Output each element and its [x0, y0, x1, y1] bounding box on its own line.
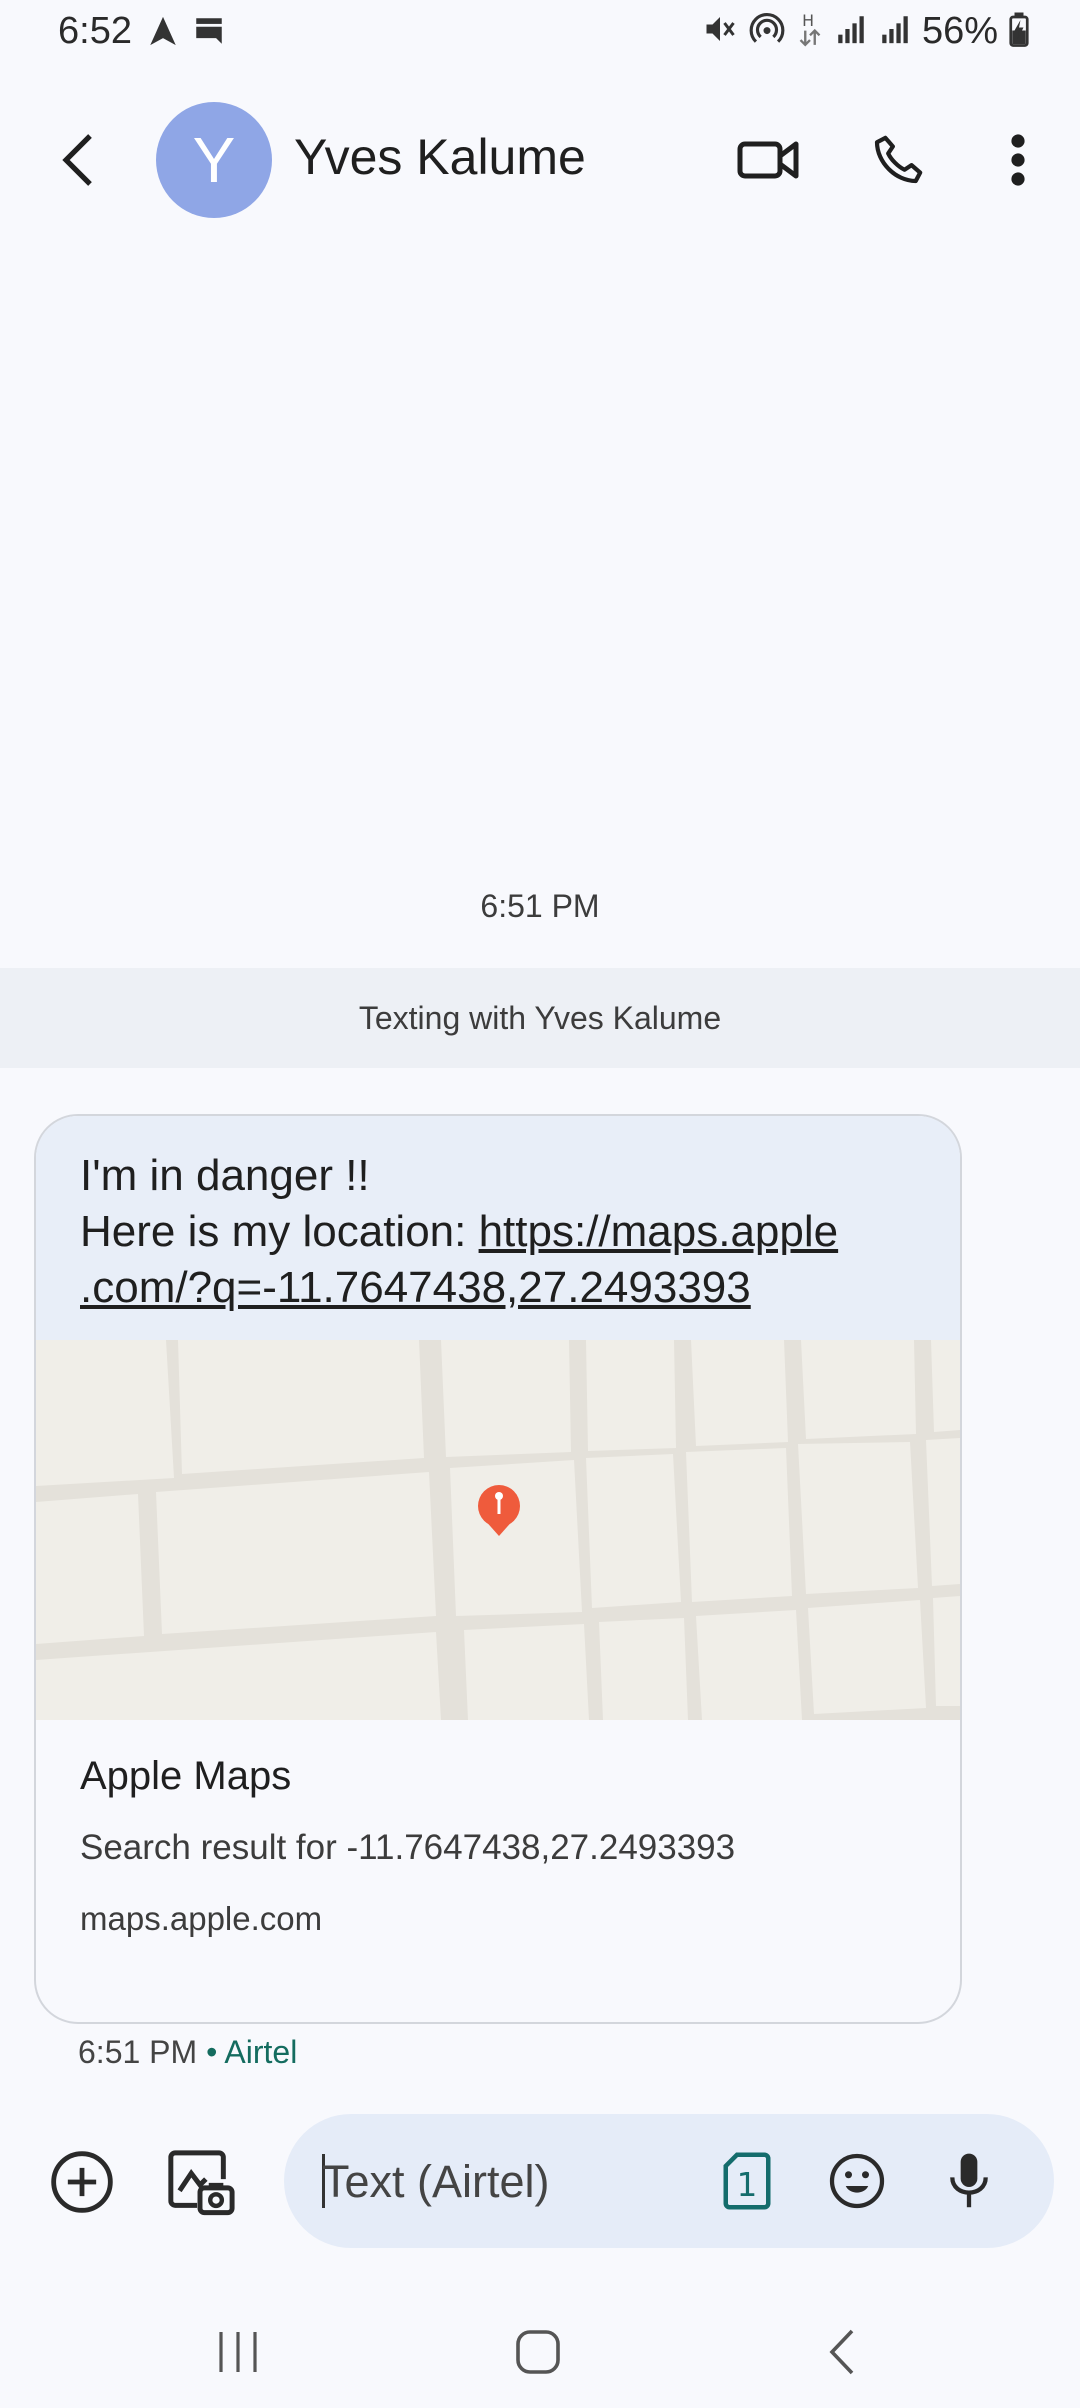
voice-call-button[interactable]: [860, 122, 936, 198]
map-preview-image[interactable]: [36, 1340, 960, 1720]
microphone-icon: [950, 2153, 988, 2208]
message-metadata: 6:51 PM • Airtel: [78, 2034, 297, 2071]
message-time: 6:51 PM: [78, 2034, 198, 2070]
message-line-prefix: Here is my location:: [80, 1207, 479, 1256]
battery-percentage: 56%: [921, 10, 998, 52]
mute-icon: [702, 11, 738, 52]
map-thumbnail: [36, 1340, 960, 1720]
back-chevron-icon: [829, 2329, 854, 2375]
back-button[interactable]: [48, 128, 108, 192]
conversation-timestamp: 6:51 PM: [480, 888, 600, 924]
status-bar: 6:52 H 56%: [0, 0, 1080, 70]
recent-apps-button[interactable]: [208, 2324, 268, 2380]
message-line: I'm in danger !!: [80, 1151, 370, 1200]
sim-selector-button[interactable]: 1: [714, 2148, 780, 2214]
system-back-button[interactable]: [812, 2322, 872, 2382]
contact-name[interactable]: Yves Kalume: [294, 128, 586, 186]
status-right-icons: H 56%: [702, 10, 1030, 53]
texting-with-banner: Texting with Yves Kalume: [0, 968, 1080, 1068]
link-preview-description: Search result for -11.7647438,27.2493393: [80, 1828, 736, 1867]
system-navigation-bar: [0, 2296, 1080, 2408]
compose-field[interactable]: Text (Airtel) 1: [284, 2114, 1054, 2248]
gallery-camera-icon: [168, 2150, 235, 2216]
message-bubble[interactable]: I'm in danger !! Here is my location: ht…: [34, 1114, 962, 2024]
link-preview-domain: maps.apple.com: [80, 1900, 323, 1937]
plus-circle-icon: [51, 2151, 113, 2213]
status-time: 6:52: [58, 10, 132, 52]
chevron-left-icon: [62, 134, 92, 186]
battery-charging-icon: [1008, 11, 1030, 52]
home-button[interactable]: [508, 2322, 568, 2382]
mobile-data-icon: H: [796, 10, 824, 53]
more-options-button[interactable]: [990, 122, 1046, 198]
emoji-icon: [829, 2153, 885, 2209]
location-link[interactable]: https://maps.apple: [479, 1207, 839, 1256]
message-notification-icon: [192, 14, 226, 53]
recents-icon: [219, 2332, 257, 2372]
sim-card-icon: 1: [723, 2152, 771, 2210]
location-link-continued[interactable]: .com/?q=-11.7647438,27.2493393: [80, 1263, 751, 1312]
phone-icon: [874, 135, 923, 184]
emoji-button[interactable]: [824, 2148, 890, 2214]
status-left-icons: [146, 14, 226, 53]
svg-text:H: H: [802, 11, 814, 30]
svg-text:1: 1: [737, 2166, 758, 2204]
message-line: Here is my location: https://maps.apple: [80, 1204, 916, 1260]
home-icon: [516, 2330, 560, 2374]
voice-input-button[interactable]: [936, 2146, 1002, 2216]
message-input[interactable]: Text (Airtel): [322, 2156, 550, 2208]
meta-separator: •: [197, 2034, 225, 2070]
link-preview-title: Apple Maps: [80, 1754, 292, 1798]
add-attachment-button[interactable]: [44, 2144, 120, 2220]
video-call-button[interactable]: [728, 122, 808, 198]
video-camera-icon: [737, 141, 799, 179]
hotspot-icon: [748, 10, 786, 53]
avatar[interactable]: Y: [156, 102, 272, 218]
signal-strength-icon: [878, 12, 912, 51]
navigation-arrow-icon: [146, 14, 180, 53]
message-carrier: Airtel: [224, 2034, 298, 2070]
signal-strength-icon: [834, 12, 868, 51]
conversation-header: Y Yves Kalume: [0, 92, 1080, 228]
message-text: I'm in danger !! Here is my location: ht…: [36, 1116, 960, 1340]
more-vertical-icon: [1011, 134, 1025, 186]
gallery-camera-button[interactable]: [162, 2144, 238, 2220]
